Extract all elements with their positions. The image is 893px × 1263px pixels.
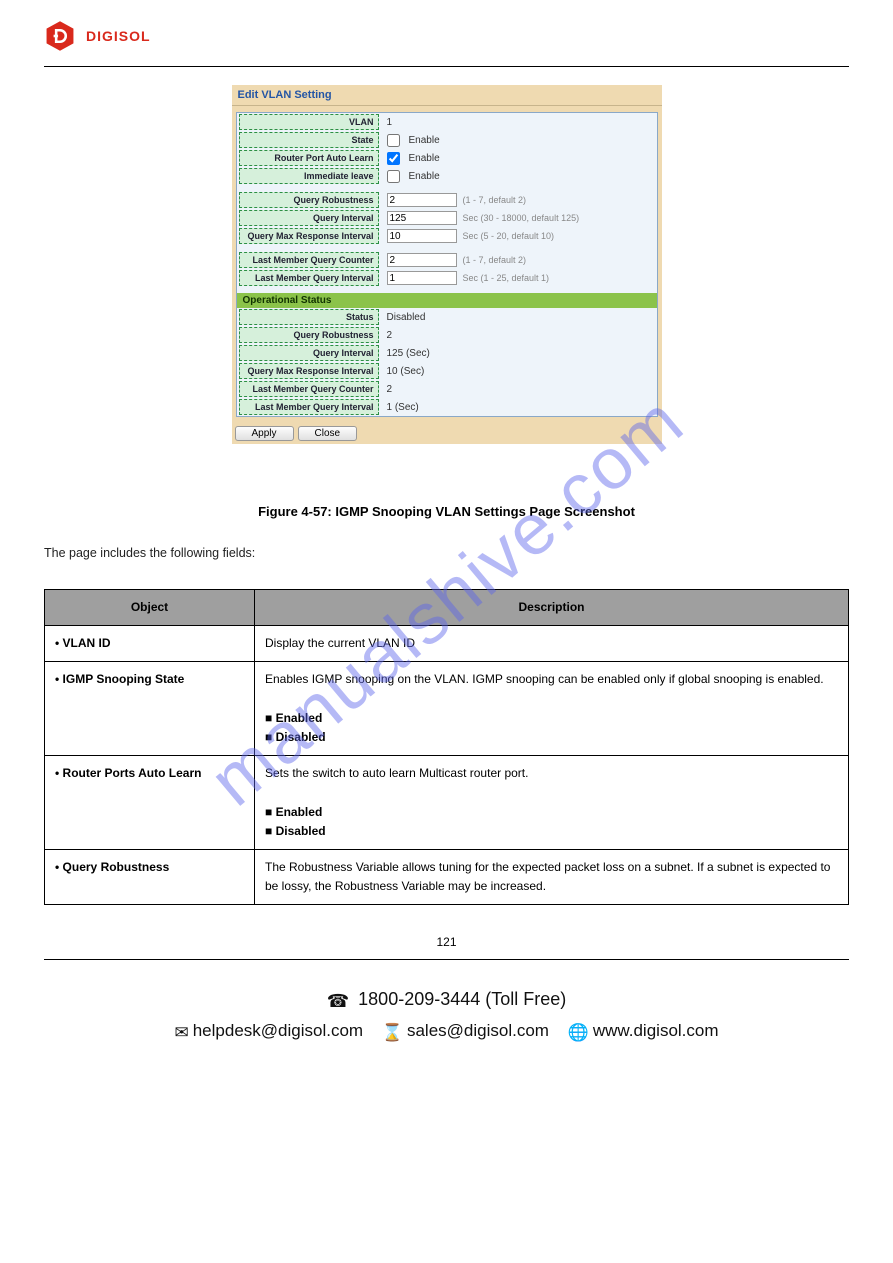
label-vlan: VLAN (239, 114, 379, 130)
op-val-status: Disabled (381, 310, 657, 325)
hourglass-icon: ⌛ (382, 1019, 403, 1048)
label-imm: Immediate leave (239, 168, 379, 184)
globe-icon: 🌐 (568, 1019, 589, 1048)
hint-qi: Sec (30 - 18000, default 125) (463, 213, 580, 223)
th-object: Object (45, 590, 255, 626)
op-val-lmqc: 2 (381, 382, 657, 397)
obj-snoop-state: • IGMP Snooping State (45, 662, 255, 756)
footer: ☎ 1800-209-3444 (Toll Free) ✉ helpdesk@di… (44, 984, 849, 1047)
top-rule (44, 66, 849, 67)
hint-lmqc: (1 - 7, default 2) (463, 255, 527, 265)
label-qmri: Query Max Response Interval (239, 228, 379, 244)
obj-qr: • Query Robustness (45, 849, 255, 904)
label-qr: Query Robustness (239, 192, 379, 208)
input-lmqc[interactable] (387, 253, 457, 267)
edit-vlan-panel: Edit VLAN Setting VLAN 1 State Enable Ro… (232, 85, 662, 444)
hint-qr: (1 - 7, default 2) (463, 195, 527, 205)
input-lmqi[interactable] (387, 271, 457, 285)
label-rpal: Router Port Auto Learn (239, 150, 379, 166)
footer-phone: 1800-209-3444 (Toll Free) (358, 989, 566, 1009)
apply-button[interactable]: Apply (235, 426, 294, 441)
hint-qmri: Sec (5 - 20, default 10) (463, 231, 555, 241)
label-lmqi: Last Member Query Interval (239, 270, 379, 286)
desc-snoop-state: Enables IGMP snooping on the VLAN. IGMP … (255, 662, 849, 756)
cb-label-rpal: Enable (409, 153, 440, 164)
page-number: 121 (44, 935, 849, 949)
checkbox-imm[interactable] (387, 170, 400, 183)
op-label-qmri: Query Max Response Interval (239, 363, 379, 379)
mail-icon: ✉ (174, 1019, 188, 1048)
op-label-lmqi: Last Member Query Interval (239, 399, 379, 415)
input-qi[interactable] (387, 211, 457, 225)
op-label-lmqc: Last Member Query Counter (239, 381, 379, 397)
logo-icon (44, 20, 76, 52)
brand-text: DIGISOL (86, 28, 151, 44)
hint-lmqi: Sec (1 - 25, default 1) (463, 273, 550, 283)
checkbox-state[interactable] (387, 134, 400, 147)
checkbox-rpal[interactable] (387, 152, 400, 165)
op-label-qi: Query Interval (239, 345, 379, 361)
obj-vlanid: • VLAN ID (45, 626, 255, 662)
screenshot-container: Edit VLAN Setting VLAN 1 State Enable Ro… (44, 85, 849, 444)
logo-row: DIGISOL (44, 20, 849, 52)
op-val-lmqi: 1 (Sec) (381, 400, 657, 415)
desc-qr: The Robustness Variable allows tuning fo… (255, 849, 849, 904)
description-table: Object Description • VLAN ID Display the… (44, 589, 849, 905)
cb-label-imm: Enable (409, 171, 440, 182)
operational-status-header: Operational Status (237, 293, 657, 308)
footer-sales: sales@digisol.com (407, 1021, 549, 1040)
op-val-qr: 2 (381, 328, 657, 343)
op-label-status: Status (239, 309, 379, 325)
th-description: Description (255, 590, 849, 626)
label-lmqc: Last Member Query Counter (239, 252, 379, 268)
desc-vlanid: Display the current VLAN ID (255, 626, 849, 662)
op-label-qr: Query Robustness (239, 327, 379, 343)
figure-caption: Figure 4-57: IGMP Snooping VLAN Settings… (44, 504, 849, 519)
label-qi: Query Interval (239, 210, 379, 226)
bottom-rule (44, 959, 849, 960)
close-button[interactable]: Close (298, 426, 358, 441)
panel-title: Edit VLAN Setting (232, 85, 662, 106)
cb-label-state: Enable (409, 135, 440, 146)
footer-web: www.digisol.com (593, 1021, 719, 1040)
footer-help: helpdesk@digisol.com (193, 1021, 363, 1040)
input-qmri[interactable] (387, 229, 457, 243)
phone-icon: ☎ (327, 986, 349, 1017)
label-state: State (239, 132, 379, 148)
op-val-qi: 125 (Sec) (381, 346, 657, 361)
input-qr[interactable] (387, 193, 457, 207)
obj-rpal: • Router Ports Auto Learn (45, 756, 255, 850)
desc-rpal: Sets the switch to auto learn Multicast … (255, 756, 849, 850)
value-vlan: 1 (381, 115, 657, 130)
lead-paragraph: The page includes the following fields: (44, 543, 849, 563)
op-val-qmri: 10 (Sec) (381, 364, 657, 379)
